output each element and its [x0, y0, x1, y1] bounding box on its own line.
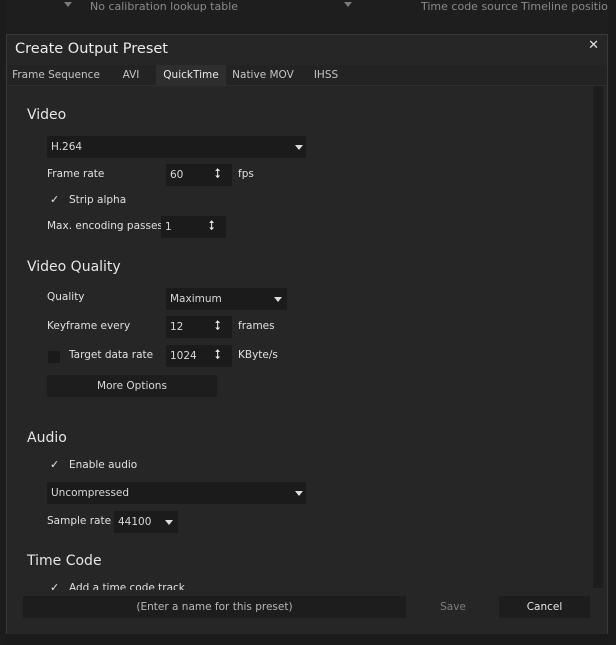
create-output-preset-dialog: Create Output Preset ✕ Frame Sequence AV… [6, 34, 608, 634]
stepper-arrows-icon[interactable]: ⭥ [214, 168, 221, 181]
video-heading: Video [27, 107, 67, 123]
time-code-track-checkbox[interactable]: ✓ [50, 581, 59, 590]
audio-format-select[interactable]: Uncompressed [47, 482, 306, 504]
save-button[interactable]: Save [413, 596, 493, 618]
tab-ihss[interactable]: IHSS [309, 65, 343, 86]
dialog-title: Create Output Preset [15, 41, 168, 57]
target-rate-value: 1024 [170, 350, 197, 362]
cancel-button[interactable]: Cancel [499, 596, 590, 618]
chevron-down-icon [64, 2, 72, 7]
target-rate-checkbox[interactable] [48, 351, 60, 363]
sample-rate-value: 44100 [118, 516, 152, 528]
bg-lookup-table: No calibration lookup table [90, 0, 239, 13]
vertical-scrollbar[interactable] [591, 86, 605, 590]
dialog-titlebar: Create Output Preset ✕ [7, 35, 607, 65]
chevron-down-icon [344, 2, 352, 7]
scrollbar-thumb[interactable] [593, 86, 603, 588]
more-options-button[interactable]: More Options [47, 375, 217, 397]
sample-rate-label: Sample rate [47, 515, 112, 527]
codec-value: H.264 [51, 141, 83, 153]
quality-label: Quality [47, 291, 85, 303]
frame-rate-unit: fps [238, 168, 254, 180]
tab-quicktime[interactable]: QuickTime [156, 65, 226, 86]
enable-audio-checkbox[interactable]: ✓ [50, 458, 59, 471]
tab-bar: Frame Sequence AVI QuickTime Native MOV … [7, 65, 607, 86]
quality-value: Maximum [170, 293, 222, 305]
quality-select[interactable]: Maximum [166, 288, 287, 310]
tab-avi[interactable]: AVI [113, 65, 149, 86]
chevron-down-icon [295, 145, 303, 150]
target-rate-stepper[interactable]: 1024 ⭥ [166, 345, 232, 367]
sample-rate-select[interactable]: 44100 [114, 511, 178, 533]
dialog-footer: (Enter a name for this preset) Save Canc… [7, 590, 607, 634]
strip-alpha-checkbox[interactable]: ✓ [50, 193, 59, 206]
background-toolbar: No calibration lookup table Time code so… [0, 0, 616, 34]
encoding-passes-stepper[interactable]: 1 ⭥ [161, 216, 226, 238]
bg-time-code-source: Time code source [421, 0, 518, 13]
audio-heading: Audio [27, 430, 67, 446]
preset-name-input[interactable]: (Enter a name for this preset) [23, 596, 406, 618]
strip-alpha-label: Strip alpha [69, 194, 127, 206]
chevron-down-icon [165, 520, 173, 525]
video-quality-heading: Video Quality [27, 259, 121, 275]
target-rate-label: Target data rate [69, 349, 154, 361]
stepper-arrows-icon[interactable]: ⭥ [208, 220, 215, 233]
keyframe-label: Keyframe every [47, 320, 131, 332]
close-icon[interactable]: ✕ [588, 38, 599, 53]
target-rate-unit: KByte/s [238, 349, 278, 361]
frame-rate-value: 60 [170, 169, 184, 181]
codec-select[interactable]: H.264 [47, 136, 306, 158]
tab-frame-sequence[interactable]: Frame Sequence [7, 65, 105, 86]
keyframe-stepper[interactable]: 12 ⭥ [166, 316, 232, 338]
bg-timeline-position: Timeline position [521, 0, 615, 13]
chevron-down-icon [274, 297, 282, 302]
time-code-heading: Time Code [27, 553, 102, 569]
frame-rate-stepper[interactable]: 60 ⭥ [166, 164, 232, 186]
frame-rate-label: Frame rate [47, 168, 105, 180]
stepper-arrows-icon[interactable]: ⭥ [214, 349, 221, 362]
chevron-down-icon [295, 491, 303, 496]
keyframe-value: 12 [170, 321, 184, 333]
keyframe-unit: frames [238, 320, 275, 332]
quicktime-settings-panel: Video H.264 Frame rate 60 ⭥ fps ✓ Strip … [7, 86, 591, 590]
stepper-arrows-icon[interactable]: ⭥ [214, 320, 221, 333]
enable-audio-label: Enable audio [69, 459, 138, 471]
audio-format-value: Uncompressed [51, 487, 130, 499]
tab-native-mov[interactable]: Native MOV [228, 65, 298, 86]
time-code-track-label: Add a time code track [69, 582, 185, 590]
encoding-passes-value: 1 [165, 221, 172, 233]
background-right-edge [608, 0, 616, 645]
encoding-passes-label: Max. encoding passes [47, 220, 163, 232]
